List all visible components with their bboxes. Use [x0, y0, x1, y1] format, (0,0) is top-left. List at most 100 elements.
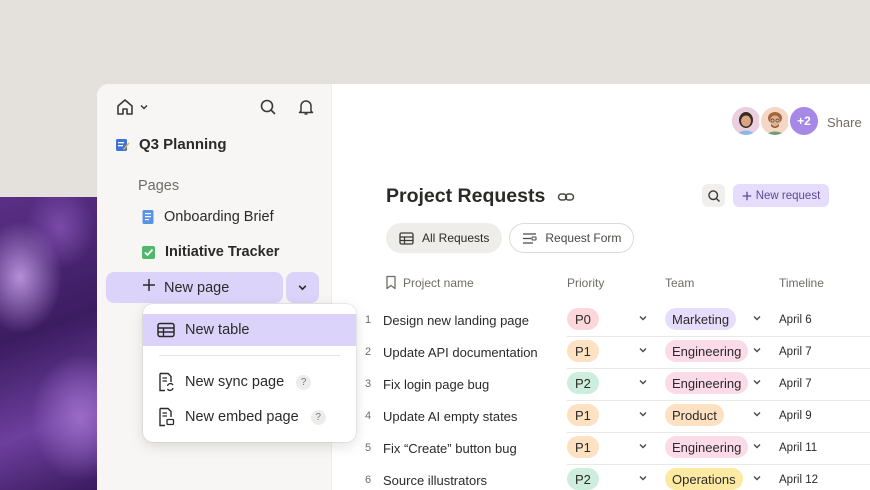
chevron-down-icon[interactable]	[638, 313, 648, 323]
home-icon	[115, 97, 135, 117]
pages-section-label: Pages	[138, 178, 180, 194]
chevron-down-icon[interactable]	[752, 473, 762, 483]
help-icon[interactable]: ?	[310, 409, 326, 425]
new-request-label: New request	[755, 189, 821, 202]
tab-all-requests[interactable]: All Requests	[386, 223, 503, 253]
column-header-project-name[interactable]: Project name	[403, 276, 474, 290]
sync-page-icon	[157, 372, 175, 392]
menu-item-label: New sync page	[185, 374, 285, 390]
team-badge[interactable]: Operations	[665, 468, 743, 490]
help-icon[interactable]: ?	[296, 374, 312, 390]
new-page-button[interactable]: New page	[106, 272, 283, 303]
priority-badge[interactable]: P2	[567, 372, 599, 394]
row-number: 1	[364, 314, 372, 326]
menu-item-label: New table	[185, 322, 250, 338]
main-content: +2 Share Project Requests New request Al…	[333, 84, 870, 490]
chevron-down-icon[interactable]	[638, 441, 648, 451]
menu-divider	[159, 355, 340, 356]
priority-badge[interactable]: P1	[567, 340, 599, 362]
menu-item-label: New embed page	[185, 409, 299, 425]
timeline-cell[interactable]: April 6	[779, 314, 812, 326]
column-header-priority[interactable]: Priority	[567, 276, 604, 290]
table-row[interactable]: 3 Fix login page bug P2 Engineering April 7	[363, 369, 870, 401]
table-row[interactable]: 2 Update API documentation P1 Engineering Ap…	[363, 337, 870, 369]
chevron-down-icon[interactable]	[638, 345, 648, 355]
document-icon	[141, 209, 156, 225]
share-button[interactable]: Share	[827, 115, 862, 130]
search-icon	[707, 189, 721, 203]
avatar-overflow-count: +2	[788, 105, 820, 137]
new-page-label: New page	[164, 279, 230, 296]
project-name-cell[interactable]: Update AI empty states	[383, 409, 517, 424]
chevron-down-icon[interactable]	[752, 345, 762, 355]
sidebar-item-label: Onboarding Brief	[164, 209, 274, 225]
table-row[interactable]: 4 Update AI empty states P1 Product April 9	[363, 401, 870, 433]
project-name-cell[interactable]: Source illustrators	[383, 473, 487, 488]
project-name-cell[interactable]: Fix “Create” button bug	[383, 441, 517, 456]
chevron-down-icon[interactable]	[752, 409, 762, 419]
row-number: 6	[364, 474, 372, 486]
row-number: 4	[364, 410, 372, 422]
collaborator-avatars[interactable]: +2	[730, 105, 820, 137]
team-badge[interactable]: Engineering	[665, 372, 749, 394]
table-search-button[interactable]	[702, 184, 725, 207]
chevron-down-icon[interactable]	[638, 377, 648, 387]
table-row[interactable]: 5 Fix “Create” button bug P1 Engineering Apr…	[363, 433, 870, 465]
table-row[interactable]: 1 Design new landing page P0 Marketing April…	[363, 305, 870, 337]
row-number: 3	[364, 378, 372, 390]
plus-icon	[142, 278, 156, 292]
table-row[interactable]: 6 Source illustrators P2 Operations April 12	[363, 465, 870, 490]
link-icon[interactable]	[557, 188, 575, 206]
team-badge[interactable]: Marketing	[665, 308, 737, 330]
timeline-cell[interactable]: April 11	[779, 442, 817, 454]
embed-page-icon	[157, 407, 175, 427]
project-name-cell[interactable]: Update API documentation	[383, 345, 538, 360]
chevron-down-icon[interactable]	[752, 441, 762, 451]
form-icon	[522, 232, 537, 245]
chevron-down-icon[interactable]	[638, 409, 648, 419]
sidebar-item-onboarding-brief[interactable]: Onboarding Brief	[141, 209, 274, 225]
chevron-down-icon[interactable]	[752, 377, 762, 387]
tab-label: Request Form	[545, 231, 622, 245]
checklist-icon	[141, 244, 157, 260]
table-header: Project name Priority Team Timeline	[333, 274, 870, 294]
tab-label: All Requests	[422, 231, 490, 245]
menu-item-new-table[interactable]: New table	[143, 314, 356, 346]
workspace-title[interactable]: Q3 Planning	[115, 136, 227, 153]
avatar	[759, 105, 791, 137]
tab-request-form[interactable]: Request Form	[509, 223, 635, 253]
view-tabs: All Requests Request Form	[386, 223, 635, 253]
team-badge[interactable]: Product	[665, 404, 724, 426]
menu-item-new-embed-page[interactable]: New embed page ?	[143, 401, 356, 433]
timeline-cell[interactable]: April 7	[779, 378, 812, 390]
table-icon	[399, 231, 414, 245]
bell-icon[interactable]	[297, 98, 315, 116]
page-title-row: Project Requests	[386, 185, 575, 208]
team-badge[interactable]: Engineering	[665, 340, 749, 362]
column-header-team[interactable]: Team	[665, 276, 694, 290]
table-icon	[157, 322, 175, 338]
menu-item-new-sync-page[interactable]: New sync page ?	[143, 366, 356, 398]
timeline-cell[interactable]: April 9	[779, 410, 812, 422]
project-name-cell[interactable]: Fix login page bug	[383, 377, 489, 392]
chevron-down-icon[interactable]	[752, 313, 762, 323]
home-menu[interactable]	[115, 97, 149, 117]
background-photo	[0, 197, 100, 490]
search-icon[interactable]	[259, 98, 277, 116]
project-name-cell[interactable]: Design new landing page	[383, 313, 529, 328]
timeline-cell[interactable]: April 7	[779, 346, 812, 358]
new-page-options-button[interactable]	[286, 272, 319, 303]
priority-badge[interactable]: P0	[567, 308, 599, 330]
priority-badge[interactable]: P2	[567, 468, 599, 490]
priority-badge[interactable]: P1	[567, 436, 599, 458]
new-request-button[interactable]: New request	[733, 184, 829, 207]
sidebar-item-initiative-tracker[interactable]: Initiative Tracker	[141, 244, 279, 260]
chevron-down-icon[interactable]	[638, 473, 648, 483]
priority-badge[interactable]: P1	[567, 404, 599, 426]
column-header-timeline[interactable]: Timeline	[779, 276, 824, 290]
bookmark-icon	[385, 275, 397, 290]
timeline-cell[interactable]: April 12	[779, 474, 818, 486]
workspace-name: Q3 Planning	[139, 136, 227, 153]
team-badge[interactable]: Engineering	[665, 436, 749, 458]
avatar	[730, 105, 762, 137]
